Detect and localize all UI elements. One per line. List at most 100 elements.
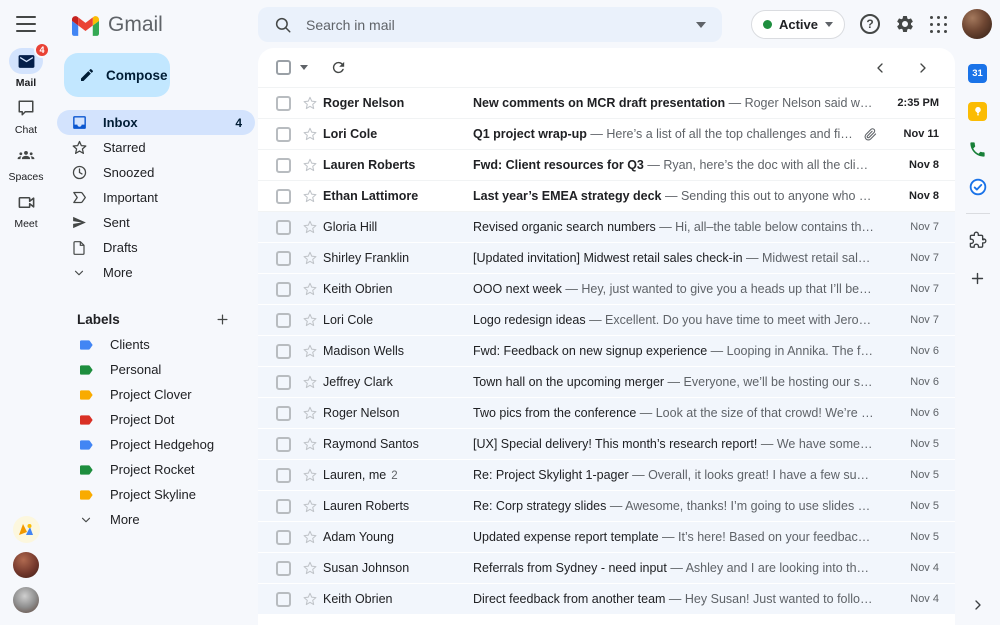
sidebar-item-important[interactable]: Important: [57, 185, 255, 210]
create-label-icon[interactable]: [215, 312, 230, 327]
select-options-caret-icon[interactable]: [300, 65, 308, 70]
rail-item-spaces[interactable]: Spaces: [0, 142, 52, 189]
row-checkbox[interactable]: [276, 560, 291, 576]
newer-page-icon[interactable]: [872, 60, 888, 76]
email-row[interactable]: Lauren, me 2 Re: Project Skylight 1-pager …: [258, 460, 955, 491]
row-star-icon[interactable]: [297, 529, 323, 545]
email-row[interactable]: Susan Johnson Referrals from Sydney - nee…: [258, 553, 955, 584]
row-checkbox[interactable]: [276, 95, 291, 111]
row-checkbox[interactable]: [276, 529, 291, 545]
row-star-icon[interactable]: [297, 157, 323, 173]
labels-more[interactable]: More: [52, 507, 258, 532]
row-star-icon[interactable]: [297, 281, 323, 297]
label-item-project-skyline[interactable]: Project Skyline: [52, 482, 258, 507]
sidebar-item-drafts[interactable]: Drafts: [57, 235, 255, 260]
search-input[interactable]: [304, 15, 684, 34]
label-item-project-dot[interactable]: Project Dot: [52, 407, 258, 432]
search-bar[interactable]: [258, 7, 722, 42]
email-row[interactable]: Roger Nelson New comments on MCR draft pr…: [258, 88, 955, 119]
row-snippet: — Midwest retail sales che...: [746, 251, 875, 265]
email-row[interactable]: Lori Cole Logo redesign ideas — Excellent…: [258, 305, 955, 336]
email-row[interactable]: Raymond Santos [UX] Special delivery! Thi…: [258, 429, 955, 460]
side-panel-expand-icon[interactable]: [955, 597, 1000, 613]
email-row[interactable]: Jeffrey Clark Town hall on the upcoming m…: [258, 367, 955, 398]
search-options-icon[interactable]: [696, 21, 706, 28]
side-panel-keep-icon[interactable]: [955, 92, 1000, 130]
label-item-project-rocket[interactable]: Project Rocket: [52, 457, 258, 482]
rail-item-meet[interactable]: Meet: [0, 189, 52, 236]
sidebar-item-snoozed[interactable]: Snoozed: [57, 160, 255, 185]
row-checkbox[interactable]: [276, 498, 291, 514]
label-item-personal[interactable]: Personal: [52, 357, 258, 382]
sidebar-item-more[interactable]: More: [57, 260, 255, 285]
row-star-icon[interactable]: [297, 405, 323, 421]
row-star-icon[interactable]: [297, 95, 323, 111]
row-star-icon[interactable]: [297, 374, 323, 390]
row-checkbox[interactable]: [276, 157, 291, 173]
email-row[interactable]: Roger Nelson Two pics from the conference…: [258, 398, 955, 429]
row-checkbox[interactable]: [276, 343, 291, 359]
row-checkbox[interactable]: [276, 281, 291, 297]
email-row[interactable]: Gloria Hill Revised organic search number…: [258, 212, 955, 243]
side-panel-voice-icon[interactable]: [955, 130, 1000, 168]
status-sticker-icon[interactable]: [12, 516, 40, 543]
row-date: Nov 7: [910, 314, 939, 326]
email-row[interactable]: Lori Cole Q1 project wrap-up — Here’s a l…: [258, 119, 955, 150]
label-item-project-hedgehog[interactable]: Project Hedgehog: [52, 432, 258, 457]
row-checkbox[interactable]: [276, 436, 291, 452]
settings-gear-icon[interactable]: [895, 14, 915, 34]
email-row[interactable]: Lauren Roberts Re: Corp strategy slides —…: [258, 491, 955, 522]
side-panel-addons-icon[interactable]: [955, 221, 1000, 259]
google-apps-icon[interactable]: [930, 15, 947, 33]
row-star-icon[interactable]: [297, 126, 323, 142]
compose-button[interactable]: Compose: [64, 53, 170, 97]
row-checkbox[interactable]: [276, 188, 291, 204]
row-checkbox[interactable]: [276, 219, 291, 235]
sidebar-item-label: Snoozed: [103, 165, 155, 180]
select-all-checkbox[interactable]: [276, 60, 291, 75]
main-menu-icon[interactable]: [13, 12, 39, 36]
sidebar-item-sent[interactable]: Sent: [57, 210, 255, 235]
refresh-icon[interactable]: [330, 59, 347, 76]
row-checkbox[interactable]: [276, 467, 291, 483]
row-checkbox[interactable]: [276, 126, 291, 142]
row-star-icon[interactable]: [297, 591, 323, 607]
chat-contact-avatar[interactable]: [13, 587, 39, 613]
search-icon[interactable]: [274, 16, 292, 34]
older-page-icon[interactable]: [915, 60, 931, 76]
row-star-icon[interactable]: [297, 312, 323, 328]
status-selector[interactable]: Active: [750, 9, 845, 39]
email-row[interactable]: Keith Obrien OOO next week — Hey, just wa…: [258, 274, 955, 305]
row-star-icon[interactable]: [297, 219, 323, 235]
side-panel-tasks-icon[interactable]: [955, 168, 1000, 206]
email-row[interactable]: Madison Wells Fwd: Feedback on new signup…: [258, 336, 955, 367]
side-panel-calendar-icon[interactable]: 31: [955, 54, 1000, 92]
row-checkbox[interactable]: [276, 405, 291, 421]
row-checkbox[interactable]: [276, 312, 291, 328]
row-star-icon[interactable]: [297, 250, 323, 266]
email-row[interactable]: Lauren Roberts Fwd: Client resources for …: [258, 150, 955, 181]
row-checkbox[interactable]: [276, 591, 291, 607]
row-star-icon[interactable]: [297, 560, 323, 576]
label-item-clients[interactable]: Clients: [52, 332, 258, 357]
row-star-icon[interactable]: [297, 436, 323, 452]
rail-item-chat[interactable]: Chat: [0, 95, 52, 142]
email-row[interactable]: Adam Young Updated expense report templat…: [258, 522, 955, 553]
label-item-project-clover[interactable]: Project Clover: [52, 382, 258, 407]
chat-contact-avatar[interactable]: [13, 552, 39, 578]
side-panel-add-icon[interactable]: [955, 259, 1000, 297]
help-icon[interactable]: ?: [860, 14, 880, 34]
account-avatar[interactable]: [962, 9, 992, 39]
row-star-icon[interactable]: [297, 188, 323, 204]
row-checkbox[interactable]: [276, 374, 291, 390]
row-star-icon[interactable]: [297, 467, 323, 483]
rail-item-mail[interactable]: 4 Mail: [0, 42, 52, 95]
row-star-icon[interactable]: [297, 498, 323, 514]
email-row[interactable]: Keith Obrien Direct feedback from another…: [258, 584, 955, 615]
row-checkbox[interactable]: [276, 250, 291, 266]
row-star-icon[interactable]: [297, 343, 323, 359]
email-row[interactable]: Shirley Franklin [Updated invitation] Mid…: [258, 243, 955, 274]
email-row[interactable]: Ethan Lattimore Last year’s EMEA strategy…: [258, 181, 955, 212]
sidebar-item-inbox[interactable]: Inbox 4: [57, 110, 255, 135]
sidebar-item-starred[interactable]: Starred: [57, 135, 255, 160]
